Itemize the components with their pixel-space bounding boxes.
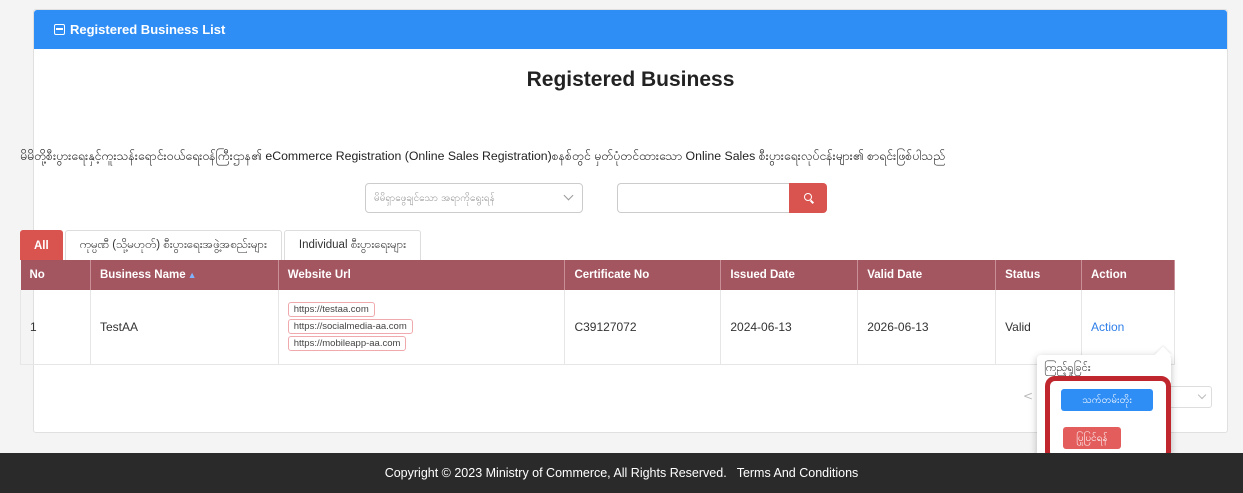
cell-valid: 2026-06-13 <box>857 290 997 365</box>
footer: Copyright © 2023 Ministry of Commerce, A… <box>0 453 1243 493</box>
sort-icon[interactable]: ▲ <box>188 270 197 280</box>
url-tag[interactable]: https://socialmedia-aa.com <box>287 319 413 335</box>
url-tag[interactable]: https://testaa.com <box>287 302 375 318</box>
tab-individual[interactable]: Individual စီးပွားရေးများ <box>283 230 422 260</box>
cell-issued: 2024-06-13 <box>720 290 859 365</box>
page-title: Registered Business <box>526 68 735 91</box>
search-icon <box>804 193 812 201</box>
table-row: 1 TestAA https://testaa.com https://soci… <box>20 290 1175 365</box>
tab-all[interactable]: All <box>20 230 63 260</box>
terms-link[interactable]: Terms And Conditions <box>737 466 859 480</box>
chevron-down-icon <box>563 190 574 201</box>
action-link[interactable]: Action <box>1091 320 1124 334</box>
col-issued: Issued Date <box>720 260 859 290</box>
search-input[interactable] <box>617 183 789 213</box>
col-business-name-label: Business Name <box>99 269 186 281</box>
col-action: Action <box>1081 260 1175 290</box>
tab-bar: All ကုမ္ပဏီ (သို့မဟုတ်) စီးပွားရေးအဖွဲ့အ… <box>20 230 423 260</box>
col-status: Status <box>995 260 1082 290</box>
col-certificate: Certificate No <box>564 260 722 290</box>
card-header: Registered Business List <box>34 10 1227 49</box>
view-menu-item[interactable]: ကြည့်ရှုခြင်း <box>1044 361 1091 377</box>
filter-select[interactable]: မိမိရှာဖွေချင်သော အရာကိုရွေးရန် <box>365 183 583 213</box>
cell-business-name: TestAA <box>90 290 279 365</box>
col-business-name[interactable]: Business Name ▲ <box>90 260 279 290</box>
footer-copyright: Copyright © 2023 Ministry of Commerce, A… <box>384 466 727 480</box>
business-table: No Business Name ▲ Website Url Certificat… <box>20 260 1175 365</box>
cell-no: 1 <box>20 290 91 365</box>
page-size-select[interactable] <box>1168 386 1212 408</box>
cell-status: Valid <box>995 290 1082 365</box>
filter-select-placeholder: မိမိရှာဖွေချင်သော အရာကိုရွေးရန် <box>374 192 495 204</box>
cell-certificate: C39127072 <box>564 290 722 365</box>
page-description: မိမိတို့စီးပွားရေးနှင့်ကူးသန်းရောင်းဝယ်ရ… <box>20 149 946 163</box>
col-website: Website Url <box>278 260 566 290</box>
url-tag[interactable]: https://mobileapp-aa.com <box>287 336 407 352</box>
chevron-down-icon <box>1197 390 1207 400</box>
table-header-row: No Business Name ▲ Website Url Certificat… <box>20 260 1175 290</box>
card-header-title: Registered Business List <box>70 22 226 37</box>
list-icon <box>54 24 65 35</box>
pager-prev-button[interactable]: < <box>1023 389 1033 403</box>
cell-website: https://testaa.com https://socialmedia-a… <box>278 290 566 365</box>
highlight-box <box>1045 376 1171 462</box>
tab-companies[interactable]: ကုမ္ပဏီ (သို့မဟုတ်) စီးပွားရေးအဖွဲ့အစည်း… <box>64 230 282 260</box>
col-valid: Valid Date <box>857 260 997 290</box>
col-no: No <box>20 260 91 290</box>
search-button[interactable] <box>789 183 827 213</box>
